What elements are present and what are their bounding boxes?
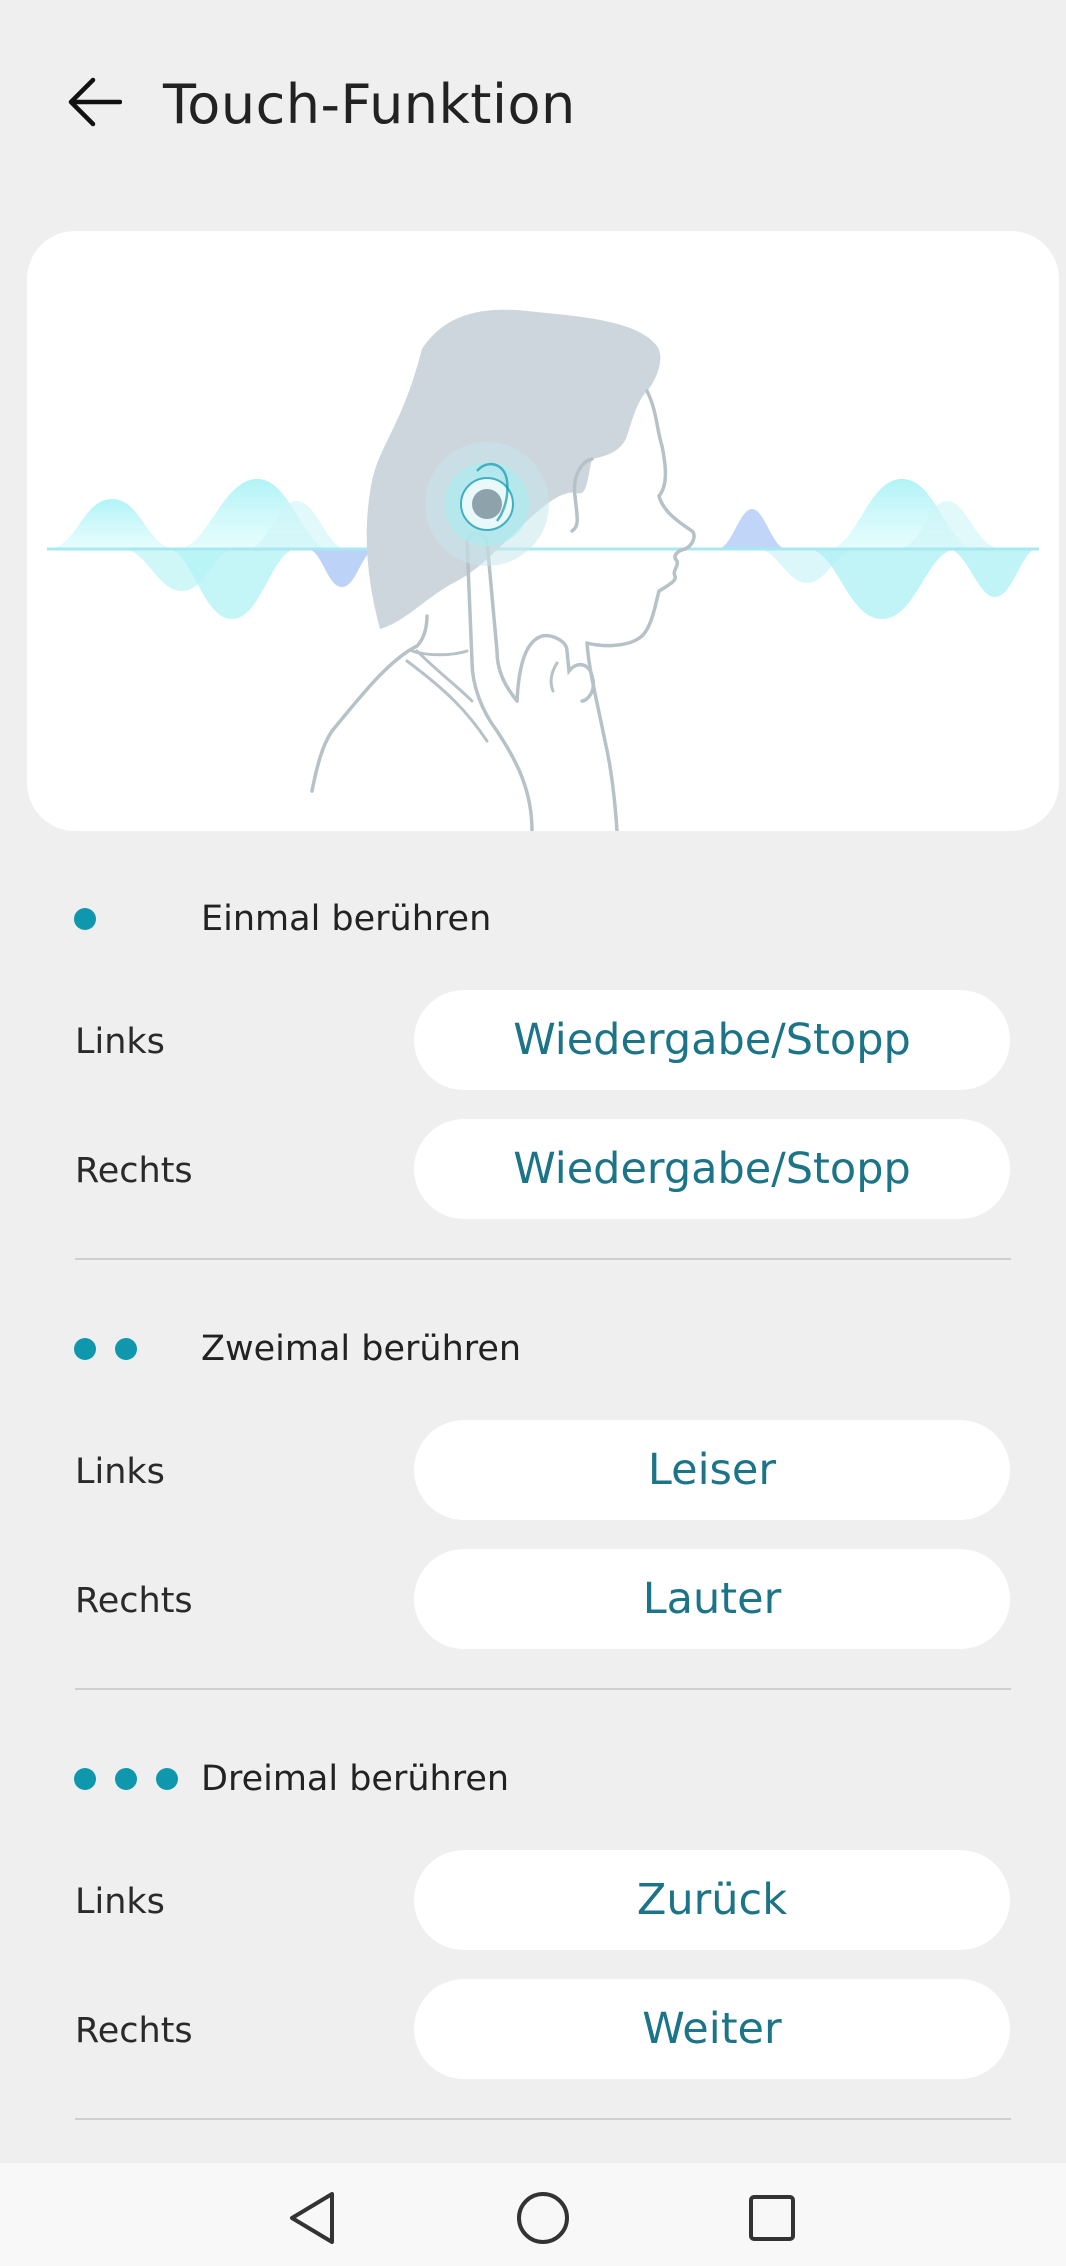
section-title: Zweimal berühren <box>201 1329 522 1369</box>
divider <box>75 1258 1011 1260</box>
row-label: Links <box>75 1882 165 1922</box>
section-title: Einmal berühren <box>201 899 492 939</box>
tap-count-indicator <box>74 1768 178 1792</box>
single-tap-right-action-button[interactable]: Wiedergabe/Stopp <box>414 1119 1010 1219</box>
illustration-card <box>27 231 1059 831</box>
triangle-back-icon <box>290 2192 334 2244</box>
section-triple-tap: Dreimal berühren Links Zurück Rechts Wei… <box>0 1748 1066 2079</box>
tap-dot <box>74 1768 96 1790</box>
single-tap-left-action-button[interactable]: Wiedergabe/Stopp <box>414 990 1010 1090</box>
tap-dot <box>156 1768 178 1790</box>
tap-count-indicator <box>74 1338 137 1362</box>
setting-row-left: Links Zurück <box>0 1850 1066 1950</box>
section-double-tap: Zweimal berühren Links Leiser Rechts Lau… <box>0 1318 1066 1649</box>
circle-home-icon <box>517 2192 569 2244</box>
tap-dot <box>115 1768 137 1790</box>
page-title: Touch-Funktion <box>163 73 576 136</box>
system-navigation-bar <box>0 2163 1066 2266</box>
setting-row-right: Rechts Lauter <box>0 1549 1066 1649</box>
row-label: Links <box>75 1022 165 1062</box>
double-tap-right-action-button[interactable]: Lauter <box>414 1549 1010 1649</box>
section-title: Dreimal berühren <box>201 1759 510 1799</box>
tap-dot <box>74 908 96 930</box>
triple-tap-right-action-button[interactable]: Weiter <box>414 1979 1010 2079</box>
head-touch-earbud-illustration <box>47 309 1039 831</box>
back-button[interactable] <box>58 62 130 142</box>
section-header: Dreimal berühren <box>0 1748 1066 1808</box>
section-single-tap: Einmal berühren Links Wiedergabe/Stopp R… <box>0 888 1066 1219</box>
row-label: Rechts <box>75 2011 193 2051</box>
row-label: Rechts <box>75 1581 193 1621</box>
setting-row-left: Links Wiedergabe/Stopp <box>0 990 1066 1090</box>
row-label: Rechts <box>75 1151 193 1191</box>
app-header: Touch-Funktion <box>0 0 1066 210</box>
triple-tap-left-action-button[interactable]: Zurück <box>414 1850 1010 1950</box>
row-label: Links <box>75 1452 165 1492</box>
divider <box>75 2118 1011 2120</box>
setting-row-right: Rechts Wiedergabe/Stopp <box>0 1119 1066 1219</box>
double-tap-left-action-button[interactable]: Leiser <box>414 1420 1010 1520</box>
setting-row-right: Rechts Weiter <box>0 1979 1066 2079</box>
nav-recents-button[interactable] <box>727 2173 817 2263</box>
nav-home-button[interactable] <box>498 2173 588 2263</box>
divider <box>75 1688 1011 1690</box>
nav-back-button[interactable] <box>267 2173 357 2263</box>
tap-dot <box>115 1338 137 1360</box>
setting-row-left: Links Leiser <box>0 1420 1066 1520</box>
section-header: Einmal berühren <box>0 888 1066 948</box>
tap-count-indicator <box>74 908 96 932</box>
tap-dot <box>74 1338 96 1360</box>
arrow-left-icon <box>68 77 122 127</box>
section-header: Zweimal berühren <box>0 1318 1066 1378</box>
square-recents-icon <box>749 2195 795 2241</box>
